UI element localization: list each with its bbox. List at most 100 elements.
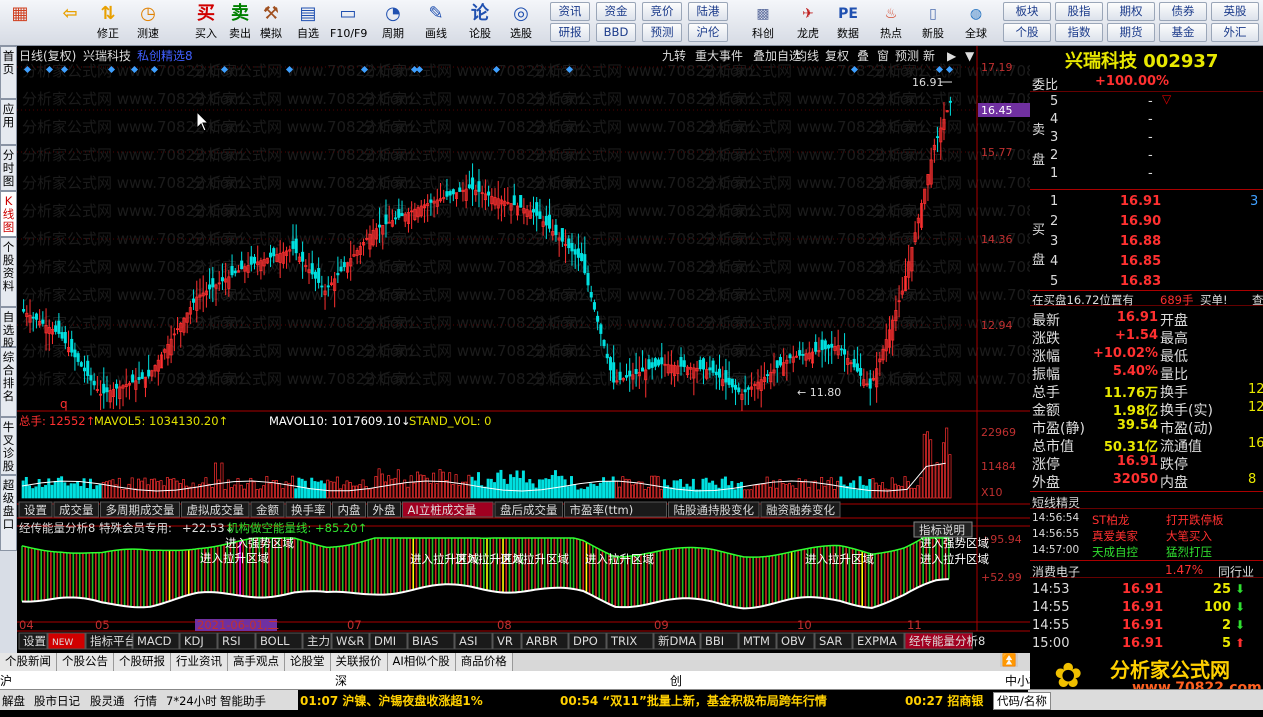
toolbar-market-3[interactable]: 债券 xyxy=(1159,2,1207,21)
toolbar-mid-3[interactable]: ♨ 热点 xyxy=(873,2,909,44)
market-index-2[interactable]: 创 xyxy=(670,672,682,689)
toolbar-market-5[interactable]: 个股 xyxy=(1003,23,1051,42)
left-tab-2[interactable]: 分时图 xyxy=(0,145,17,191)
toolbar-grid-6[interactable]: 预测 xyxy=(642,23,682,42)
toolbar-market-7[interactable]: 期货 xyxy=(1107,23,1155,42)
chart-header-btn-10[interactable]: ▼ xyxy=(965,49,975,63)
chart-header-btn-7[interactable]: 预测 xyxy=(895,49,919,63)
candle-body xyxy=(342,262,346,268)
news-tab-5[interactable]: 论股堂 xyxy=(285,653,331,671)
toolbar-btn-1[interactable]: ⇦ xyxy=(52,2,88,44)
toolbar-btn-11[interactable]: 论论股 xyxy=(462,2,498,44)
toolbar-mid-1[interactable]: ✈ 龙虎 xyxy=(790,2,826,44)
toolbar-btn-2[interactable]: ⇅ 修正 xyxy=(90,2,126,44)
status-item-2[interactable]: 股灵通 xyxy=(90,693,125,709)
news-tab-4[interactable]: 高手观点 xyxy=(228,653,285,671)
toolbar-mid-4[interactable]: ▯ 新股 xyxy=(915,2,951,44)
left-tab-3[interactable]: K线图 xyxy=(0,191,17,237)
candle-body xyxy=(743,389,747,393)
toolbar-grid-3[interactable]: 陆港 xyxy=(688,2,728,21)
chart-header-btn-0[interactable]: 九转 xyxy=(662,48,686,63)
news-tab-0[interactable]: 个股新闻 xyxy=(0,653,57,671)
left-tab-5[interactable]: 自选股 xyxy=(0,307,17,350)
indicator-tab-label: 新DMA xyxy=(658,634,696,648)
toolbar-btn-10[interactable]: ✎ 画线 xyxy=(418,2,454,44)
toolbar-mid-5[interactable]: ◍ 全球 xyxy=(958,2,994,44)
toolbar-market-6[interactable]: 指数 xyxy=(1055,23,1103,42)
toolbar-btn-9[interactable]: ◔ 周期 xyxy=(375,2,411,44)
kline-chart-svg[interactable]: 分析家公式网 www.70822.Com 分析家公式网 www.70822.Com… xyxy=(17,46,1094,650)
toolbar-btn-8[interactable]: ▭ F10/F9 xyxy=(330,2,367,44)
sector-peer[interactable]: 同行业 xyxy=(1218,563,1254,580)
chart-header-btn-3[interactable]: 均线 xyxy=(795,49,819,63)
chart-header-btn-6[interactable]: 窗 xyxy=(877,49,889,63)
status-item-0[interactable]: 解盘 xyxy=(2,693,25,709)
chart-header-btn-1[interactable]: 重大事件 xyxy=(695,49,743,63)
toolbar-market-8[interactable]: 基金 xyxy=(1159,23,1207,42)
toolbar-market-4[interactable]: 英股 xyxy=(1211,2,1259,21)
short-event: 打开跌停板 xyxy=(1166,513,1224,527)
status-item-4[interactable]: 7*24小时 xyxy=(166,693,217,709)
left-tab-4[interactable]: 个股资料 xyxy=(0,237,17,307)
toolbar-btn-12[interactable]: ◎ 选股 xyxy=(503,2,539,44)
chart-header-btn-5[interactable]: 叠 xyxy=(857,49,869,63)
toolbar-grid-0[interactable]: 资讯 xyxy=(550,2,590,21)
left-tab-6[interactable]: 综合排名 xyxy=(0,347,17,417)
toolbar-market-0[interactable]: 板块 xyxy=(1003,2,1051,21)
left-tab-8[interactable]: 超级盘口 xyxy=(0,475,17,551)
news-tab-6[interactable]: 关联报价 xyxy=(330,653,388,671)
toolbar-btn-6[interactable]: ⚒ 模拟 xyxy=(253,2,289,44)
ticker-item-0[interactable]: 01:07 沪镍、沪锡夜盘收涨超1% xyxy=(300,692,483,709)
left-tab-7[interactable]: 牛叉诊股 xyxy=(0,417,17,475)
chart-header-btn-9[interactable]: ▶ xyxy=(947,49,957,63)
sector-name[interactable]: 消费电子 xyxy=(1032,563,1080,580)
volume-bar xyxy=(541,479,545,499)
status-item-5[interactable]: 智能助手 xyxy=(220,693,266,709)
toolbar-btn-0[interactable]: ▦ xyxy=(2,2,38,44)
toolbar-mid-2[interactable]: PE 数据 xyxy=(830,2,866,44)
tick-time: 14:55 xyxy=(1032,618,1070,633)
toolbar-btn-7[interactable]: ▤ 自选 xyxy=(290,2,326,44)
market-index-0[interactable]: 沪 xyxy=(0,672,12,689)
code-search-input[interactable]: 代码/名称 xyxy=(993,692,1051,710)
tick-time: 14:53 xyxy=(1032,582,1070,597)
news-tab-8[interactable]: 商品价格 xyxy=(455,653,513,671)
toolbar-market-9[interactable]: 外汇 xyxy=(1211,23,1259,42)
toolbar-grid-1[interactable]: 资金 xyxy=(596,2,636,21)
news-tab-2[interactable]: 个股研报 xyxy=(114,653,171,671)
ticker-item-2[interactable]: 00:27 招商银 xyxy=(905,692,983,709)
market-index-1[interactable]: 深 xyxy=(335,672,347,689)
toolbar-market-1[interactable]: 股指 xyxy=(1055,2,1103,21)
chart-header-btn-8[interactable]: 新 xyxy=(923,48,935,63)
status-item-1[interactable]: 股市日记 xyxy=(34,693,80,709)
short-line-title[interactable]: 短线精灵 xyxy=(1032,494,1080,511)
chart-area[interactable]: 分析家公式网 www.70822.Com 分析家公式网 www.70822.Com… xyxy=(17,46,1094,650)
status-item-3[interactable]: 行情 xyxy=(134,693,157,709)
ticker-item-1[interactable]: 00:54 “双11”批量上新，基金积极布局跨年行情 xyxy=(560,692,827,709)
short-stock[interactable]: 真爱美家 xyxy=(1092,528,1138,544)
short-stock[interactable]: ST柏龙 xyxy=(1092,512,1129,528)
candle-body xyxy=(83,367,87,372)
volume-bar xyxy=(858,476,862,499)
toolbar-grid-2[interactable]: 竞价 xyxy=(642,2,682,21)
toolbar-market-2[interactable]: 期权 xyxy=(1107,2,1155,21)
short-stock[interactable]: 天成自控 xyxy=(1092,544,1138,560)
toolbar-label: 选股 xyxy=(510,27,532,40)
chart-header-btn-2[interactable]: 叠加自选 xyxy=(753,49,801,63)
toolbar-grid-5[interactable]: BBD xyxy=(596,23,636,42)
expand-up-icon[interactable]: ⏫ xyxy=(1000,653,1018,667)
news-tab-3[interactable]: 行业资讯 xyxy=(171,653,228,671)
left-tab-1[interactable]: 应用 xyxy=(0,99,17,145)
collapse-icon[interactable]: ▽ xyxy=(1162,92,1171,106)
toolbar-grid-4[interactable]: 研报 xyxy=(550,23,590,42)
left-tab-0[interactable]: 首页 xyxy=(0,46,17,99)
toolbar-mid-0[interactable]: ▩ 科创 xyxy=(745,2,781,44)
toolbar-grid-7[interactable]: 沪伦 xyxy=(688,23,728,42)
toolbar-btn-4[interactable]: 买买入 xyxy=(188,2,224,44)
chart-header-btn-4[interactable]: 复权 xyxy=(825,49,849,63)
news-tab-1[interactable]: 个股公告 xyxy=(57,653,114,671)
toolbar-btn-3[interactable]: ◷ 测速 xyxy=(130,2,166,44)
order-status-query[interactable]: 查 xyxy=(1252,292,1263,308)
market-index-smb[interactable]: 中小板扌 xyxy=(1005,672,1053,689)
news-tab-7[interactable]: AI相似个股 xyxy=(387,653,456,671)
